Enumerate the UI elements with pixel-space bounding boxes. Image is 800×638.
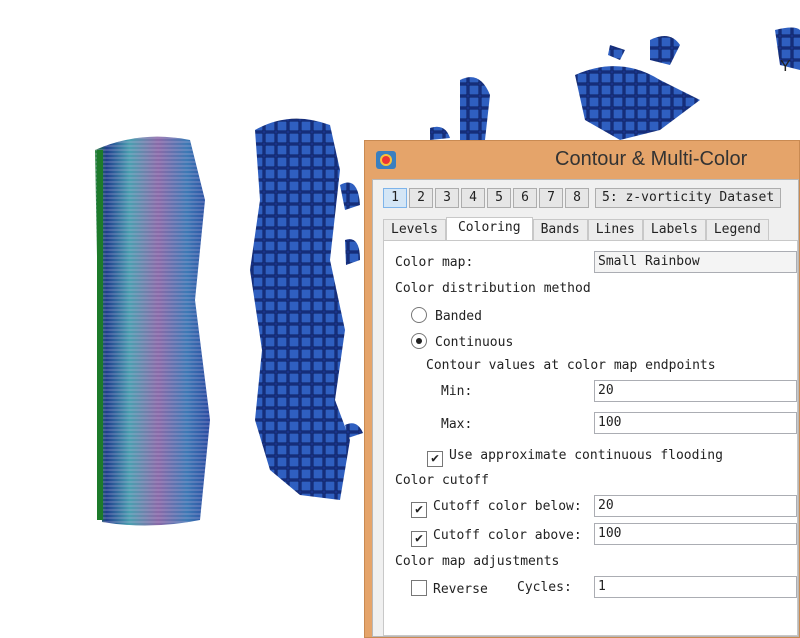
reverse-checkbox[interactable]: Reverse [411, 580, 488, 597]
group-button-3[interactable]: 3 [435, 188, 459, 208]
approx-flooding-checkbox[interactable]: ✔ Use approximate continuous flooding [427, 448, 723, 467]
color-map-select[interactable]: Small Rainbow [594, 251, 797, 273]
app-icon [376, 151, 396, 169]
checkbox-unchecked-icon [411, 580, 427, 596]
group-button-4[interactable]: 4 [461, 188, 485, 208]
group-button-2[interactable]: 2 [409, 188, 433, 208]
tab-levels[interactable]: Levels [383, 219, 446, 241]
tab-coloring[interactable]: Coloring [445, 217, 533, 242]
cutoff-above-input[interactable]: 100 [594, 523, 797, 545]
continuous-label: Continuous [435, 335, 514, 350]
continuous-radio[interactable]: Continuous [411, 333, 513, 350]
group-button-7[interactable]: 7 [539, 188, 563, 208]
cycles-input[interactable]: 1 [594, 576, 797, 598]
tab-labels[interactable]: Labels [642, 219, 706, 241]
checkbox-checked-icon: ✔ [411, 502, 427, 518]
dialog-body: 1 2 3 4 5 6 7 8 5: z-vorticity Dataset L… [372, 179, 799, 637]
cutoff-above-checkbox[interactable]: ✔ Cutoff color above: [411, 528, 582, 547]
coloring-panel: Color map: Small Rainbow Color distribut… [383, 240, 798, 636]
max-input[interactable]: 100 [594, 412, 797, 434]
cutoff-heading: Color cutoff [395, 473, 489, 488]
dialog-title: Contour & Multi-Color [555, 148, 748, 170]
max-label: Max: [441, 417, 473, 432]
title-bar[interactable]: Contour & Multi-Color [365, 141, 799, 179]
tab-legend[interactable]: Legend [705, 219, 769, 241]
min-input[interactable]: 20 [594, 380, 797, 402]
banded-label: Banded [435, 309, 482, 324]
banded-radio[interactable]: Banded [411, 307, 482, 324]
radio-selected-icon [411, 333, 427, 349]
reverse-label: Reverse [433, 582, 488, 597]
color-map-label: Color map: [395, 255, 474, 270]
group-button-6[interactable]: 6 [513, 188, 537, 208]
tab-bar: Levels Coloring Bands Lines Labels Legen… [383, 217, 769, 242]
contour-group-selector: 1 2 3 4 5 6 7 8 [383, 188, 589, 208]
cylinder-surface [95, 136, 210, 526]
checkbox-checked-icon: ✔ [411, 531, 427, 547]
group-button-5[interactable]: 5 [487, 188, 511, 208]
checkbox-checked-icon: ✔ [427, 451, 443, 467]
variable-select-button[interactable]: 5: z-vorticity Dataset [595, 188, 782, 208]
axis-label-y: Y [780, 58, 791, 75]
cutoff-below-input[interactable]: 20 [594, 495, 797, 517]
adjust-heading: Color map adjustments [395, 554, 560, 569]
cycles-label: Cycles: [517, 580, 572, 595]
distribution-heading: Color distribution method [395, 281, 591, 296]
endpoints-heading: Contour values at color map endpoints [426, 358, 716, 373]
cutoff-below-checkbox[interactable]: ✔ Cutoff color below: [411, 499, 582, 518]
min-label: Min: [441, 384, 473, 399]
tab-lines[interactable]: Lines [587, 219, 643, 241]
group-button-8[interactable]: 8 [565, 188, 589, 208]
group-button-1[interactable]: 1 [383, 188, 407, 208]
tab-bands[interactable]: Bands [532, 219, 588, 241]
radio-icon [411, 307, 427, 323]
cutoff-above-label: Cutoff color above: [433, 528, 582, 543]
cutoff-below-label: Cutoff color below: [433, 499, 582, 514]
approx-flooding-label: Use approximate continuous flooding [449, 448, 723, 463]
contour-dialog: Contour & Multi-Color 1 2 3 4 5 6 7 8 5:… [364, 140, 800, 638]
